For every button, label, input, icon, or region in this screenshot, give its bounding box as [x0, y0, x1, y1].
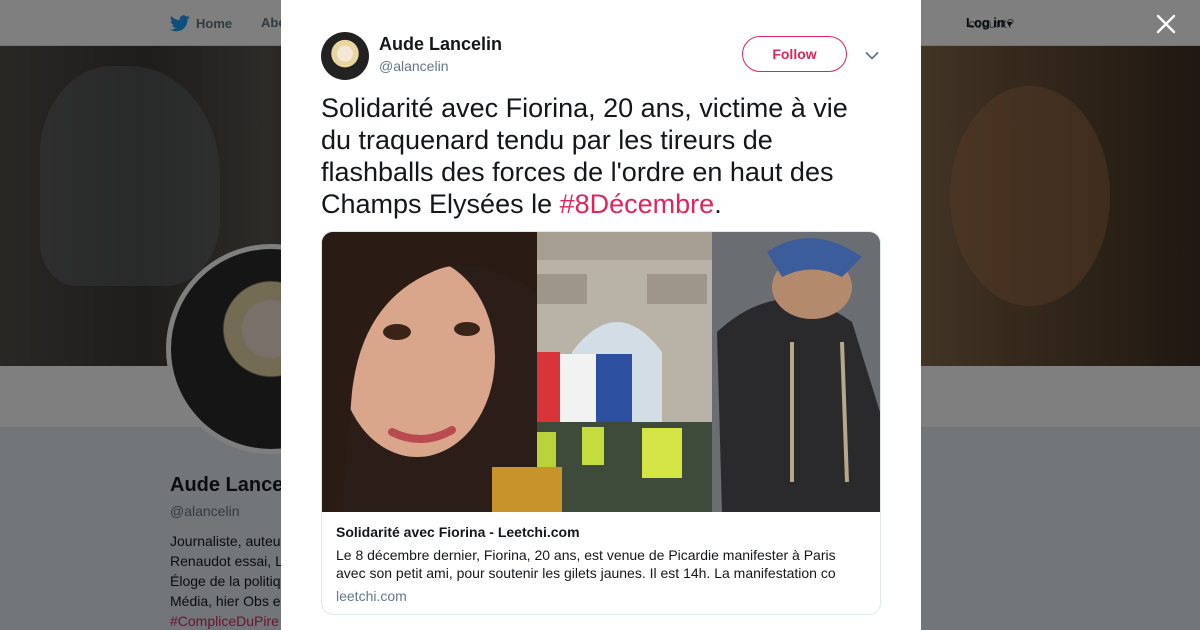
author-handle[interactable]: @alancelin [379, 58, 448, 74]
card-domain: leetchi.com [336, 588, 407, 604]
card-title: Solidarité avec Fiorina - Leetchi.com [336, 524, 580, 540]
link-preview-card[interactable]: Solidarité avec Fiorina - Leetchi.com Le… [321, 231, 881, 615]
card-image [322, 232, 880, 512]
tweet-modal: Aude Lancelin @alancelin Follow Solidari… [281, 0, 921, 630]
close-icon[interactable] [1154, 12, 1178, 36]
tweet-text: Solidarité avec Fiorina, 20 ans, victime… [321, 92, 881, 220]
card-body: Solidarité avec Fiorina - Leetchi.com Le… [336, 524, 866, 604]
author-avatar[interactable] [321, 32, 369, 80]
follow-button[interactable]: Follow [742, 36, 847, 72]
card-description: Le 8 décembre dernier, Fiorina, 20 ans, … [336, 547, 836, 581]
author-name[interactable]: Aude Lancelin [379, 34, 502, 55]
tweet-text-end: . [714, 189, 722, 219]
chevron-down-icon[interactable] [865, 48, 879, 60]
tweet-hashtag-link[interactable]: #8Décembre [560, 189, 715, 219]
